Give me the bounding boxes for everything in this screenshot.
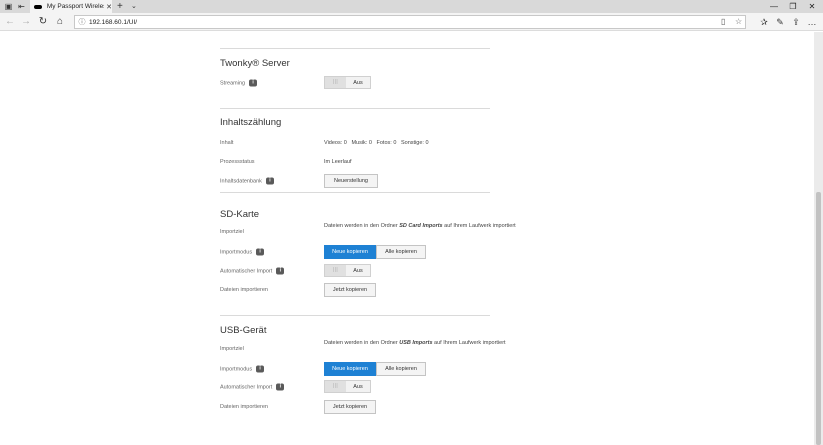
streaming-row: Streaming i ||| Aus [220,76,490,90]
scrollbar-thumb[interactable] [816,192,821,445]
usb-copy-now-button[interactable]: Jetzt kopieren [324,400,376,414]
sd-copy-all-button[interactable]: Alle kopieren [376,245,426,259]
home-icon[interactable]: ⌂ [53,15,67,29]
toggle-grip-icon: ||| [325,381,346,392]
sd-target-row: Importziel Dateien werden in den Ordner … [220,223,516,239]
usb-import-label: Dateien importieren [220,404,268,410]
sd-import-label: Dateien importieren [220,287,268,293]
inhalt-row: Inhalt Videos: 0 Musik: 0 Fotos: 0 Sonst… [220,136,490,150]
address-url: 192.168.60.1/UI/ [89,18,138,26]
page-content: Twonky® Server Streaming i ||| Aus Inhalt… [0,32,814,445]
maximize-button[interactable]: ❐ [783,0,803,13]
tab-preview-icon[interactable]: ▣ [3,1,14,12]
browser-nav-bar: ← → ↻ ⌂ ⓘ 192.168.60.1/UI/ ▯ ☆ ✰ ✎ ⇪ … [0,13,823,31]
usb-target-label: Importziel [220,346,244,352]
info-icon[interactable]: i [276,383,285,391]
sd-target-label: Importziel [220,229,244,235]
sd-mode-label: Importmodus i [220,248,265,256]
usb-import-row: Dateien importieren Jetzt kopieren [220,400,490,414]
streaming-toggle[interactable]: ||| Aus [324,76,371,89]
tab-close-icon[interactable]: ✕ [106,3,112,11]
info-icon[interactable]: i [265,177,274,185]
section-title-content-count: Inhaltszählung [220,117,282,128]
separator [220,192,490,193]
toggle-grip-icon: ||| [325,77,346,88]
usb-copy-new-button[interactable]: Neue kopieren [324,362,376,376]
usb-target-row: Importziel Dateien werden in den Ordner … [220,340,506,356]
usb-auto-label: Automatischer Import i [220,383,285,391]
sd-auto-row: Automatischer Import i ||| Aus [220,264,490,278]
separator [220,108,490,109]
section-title-twonky: Twonky® Server [220,58,290,69]
section-title-sd-card: SD-Karte [220,209,260,220]
usb-target-folder: USB Imports [399,340,433,346]
sd-auto-label: Automatischer Import i [220,267,285,275]
tab-title: My Passport Wireless SS [46,3,104,10]
toggle-grip-icon: ||| [325,265,346,276]
sd-mode-row: Importmodus i Neue kopieren Alle kopieren [220,245,490,259]
separator [220,48,490,49]
previous-section-peek [220,32,490,33]
minimize-button[interactable]: — [764,0,784,13]
address-bar[interactable]: ⓘ 192.168.60.1/UI/ ▯ ☆ [74,15,746,29]
close-window-button[interactable]: ✕ [802,0,822,13]
toggle-state: Aus [353,79,363,86]
back-arrow-icon[interactable]: ← [3,15,17,29]
usb-copy-all-button[interactable]: Alle kopieren [376,362,426,376]
toggle-state: Aus [353,267,363,274]
browser-tab-active[interactable]: My Passport Wireless SS ✕ [30,0,112,13]
content-counts: Videos: 0 Musik: 0 Fotos: 0 Sonstige: 0 [324,140,429,146]
section-title-usb: USB-Gerät [220,325,267,336]
status-row: Prozessstatus Im Leerlauf [220,155,490,169]
back-tabs-icon[interactable]: ⇤ [16,1,27,12]
usb-mode-row: Importmodus i Neue kopieren Alle kopieren [220,362,490,376]
notes-pen-icon[interactable]: ✎ [773,15,787,29]
musik-count: Musik: 0 [351,140,372,146]
usb-target-text: Dateien werden in den Ordner USB Imports… [324,340,506,346]
sd-copy-now-button[interactable]: Jetzt kopieren [324,283,376,297]
share-icon[interactable]: ⇪ [789,15,803,29]
separator [220,315,490,316]
wd-favicon-icon [34,4,42,9]
sd-target-folder: SD Card Imports [399,223,443,229]
reading-view-icon[interactable]: ▯ [721,17,725,26]
browser-tab-bar: ▣ ⇤ My Passport Wireless SS ✕ + ⌄ — ❐ ✕ [0,0,823,13]
usb-auto-row: Automatischer Import i ||| Aus [220,380,490,394]
page-scrollbar[interactable] [814,32,823,445]
refresh-icon[interactable]: ↻ [36,15,50,29]
tab-list-chevron-icon[interactable]: ⌄ [131,0,137,13]
info-icon[interactable]: i [249,79,258,87]
info-icon[interactable]: i [256,248,265,256]
fotos-count: Fotos: 0 [376,140,397,146]
usb-mode-label: Importmodus i [220,365,265,373]
more-menu-icon[interactable]: … [805,15,819,29]
streaming-label: Streaming i [220,79,258,87]
toggle-state: Aus [353,383,363,390]
info-icon[interactable]: i [276,267,285,275]
sonstige-count: Sonstige: 0 [400,140,429,146]
favorites-list-icon[interactable]: ✰ [757,15,771,29]
sd-target-text: Dateien werden in den Ordner SD Card Imp… [324,223,516,229]
videos-count: Videos: 0 [324,140,347,146]
database-label: Inhaltsdatenbank i [220,177,274,185]
inhalt-label: Inhalt [220,140,234,146]
rebuild-button[interactable]: Neuerstellung [324,174,378,188]
info-icon[interactable]: i [256,365,265,373]
site-info-icon[interactable]: ⓘ [75,17,89,27]
sd-auto-toggle[interactable]: ||| Aus [324,264,371,277]
usb-auto-toggle[interactable]: ||| Aus [324,380,371,393]
favorite-star-icon[interactable]: ☆ [735,17,742,26]
status-label: Prozessstatus [220,159,255,165]
new-tab-button[interactable]: + [117,0,123,13]
sd-copy-new-button[interactable]: Neue kopieren [324,245,376,259]
forward-arrow-icon[interactable]: → [19,15,33,29]
database-row: Inhaltsdatenbank i Neuerstellung [220,174,490,188]
status-value: Im Leerlauf [324,159,352,165]
sd-import-row: Dateien importieren Jetzt kopieren [220,283,490,297]
